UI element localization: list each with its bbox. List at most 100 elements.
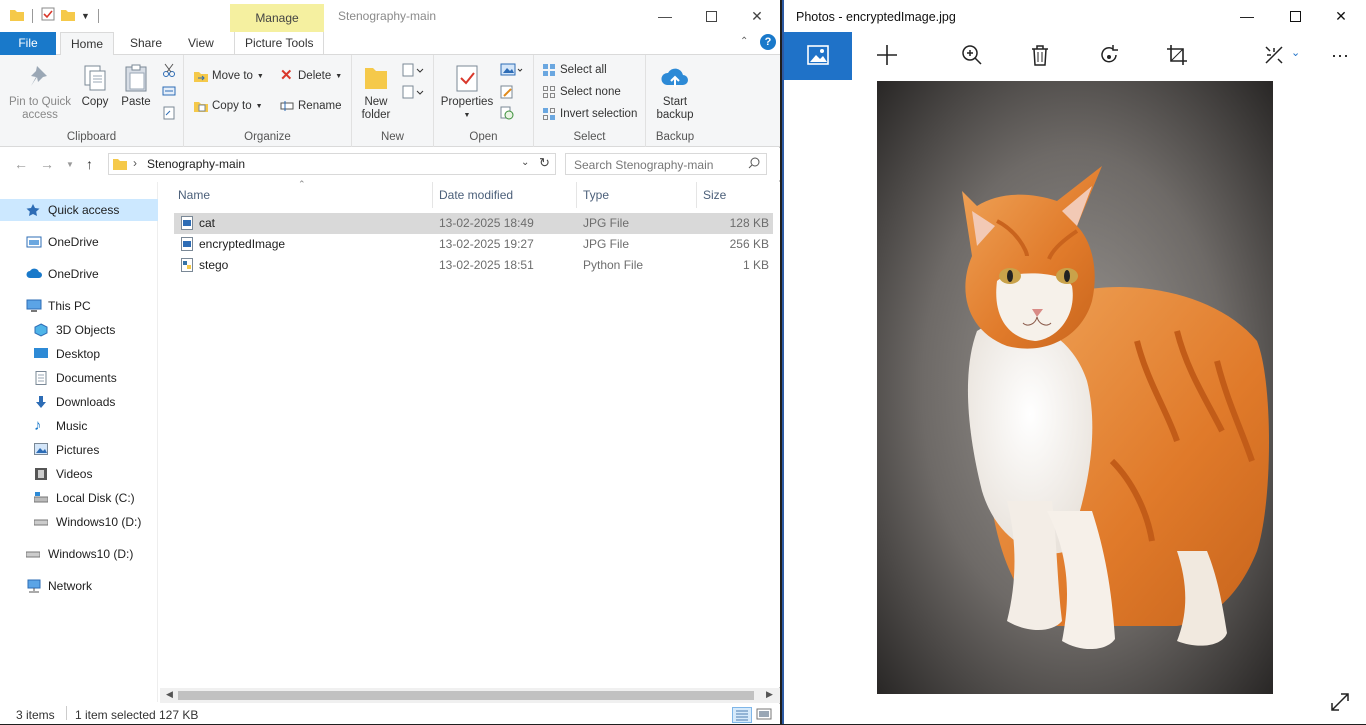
select-group-label: Select [573, 131, 606, 143]
nav-downloads[interactable]: Downloads [0, 391, 158, 413]
file-name: encryptedImage [199, 237, 286, 251]
search-input[interactable]: Search Stenography-main [565, 153, 767, 175]
copy-button[interactable]: Copy [78, 63, 112, 109]
properties-button[interactable]: Properties ▼ [440, 63, 494, 122]
desktop-icon [34, 347, 50, 361]
nav-this-pc[interactable]: This PC [0, 295, 158, 317]
scroll-right-icon[interactable]: ▶ [766, 689, 773, 700]
photo-display[interactable] [877, 81, 1273, 694]
add-button[interactable] [873, 42, 901, 70]
close-button[interactable]: ✕ [1318, 0, 1364, 32]
nav-windows10[interactable]: Windows10 (D:) [0, 543, 158, 565]
nav-quick-access[interactable]: Quick access [0, 199, 158, 221]
tab-manage[interactable]: Manage [230, 4, 324, 32]
nav-music[interactable]: ♪ Music [0, 415, 158, 437]
edit-icon[interactable] [500, 85, 514, 102]
select-none-button[interactable]: Select none [542, 85, 621, 99]
fullscreen-icon[interactable] [1330, 692, 1350, 715]
column-header-type[interactable]: Type [577, 182, 697, 208]
computer-icon [26, 299, 42, 313]
paste-shortcut-icon[interactable] [162, 106, 176, 123]
close-button[interactable]: ✕ [734, 0, 780, 32]
address-bar[interactable]: › Stenography-main ⌄ ↻ [108, 153, 556, 175]
refresh-icon[interactable]: ↻ [539, 155, 550, 171]
nav-videos[interactable]: Videos [0, 463, 158, 485]
rename-button[interactable]: Rename [280, 99, 341, 113]
new-folder-button[interactable]: New folder [358, 63, 394, 122]
tab-share[interactable]: Share [120, 32, 172, 55]
cube-icon [34, 323, 50, 337]
address-dropdown-icon[interactable]: ⌄ [521, 157, 529, 168]
recent-locations-icon[interactable]: ▼ [66, 160, 74, 169]
crop-button[interactable] [1163, 42, 1191, 70]
column-header-name[interactable]: Name [172, 182, 432, 208]
breadcrumb-path[interactable]: Stenography-main [147, 157, 245, 171]
zoom-button[interactable] [958, 42, 986, 70]
copy-path-icon[interactable] [162, 85, 176, 100]
item-count: 3 items [16, 708, 55, 722]
easy-access-icon[interactable] [402, 85, 424, 102]
new-item-icon[interactable] [402, 63, 424, 80]
start-backup-button[interactable]: Start backup [652, 63, 698, 122]
properties-icon[interactable] [41, 7, 55, 24]
file-size: 128 KB [729, 216, 769, 230]
nav-desktop[interactable]: Desktop [0, 343, 158, 365]
chevron-down-icon[interactable]: ⌄ [1291, 46, 1300, 59]
edit-create-button[interactable] [1260, 42, 1288, 70]
new-folder-icon[interactable] [61, 8, 75, 24]
invert-selection-button[interactable]: Invert selection [542, 107, 637, 121]
nav-3d-objects[interactable]: 3D Objects [0, 319, 158, 341]
maximize-button[interactable] [688, 0, 734, 32]
history-icon[interactable] [500, 106, 514, 123]
minimize-button[interactable]: — [642, 0, 688, 32]
nav-pictures[interactable]: Pictures [0, 439, 158, 461]
nav-windows10-sub[interactable]: Windows10 (D:) [0, 511, 158, 533]
help-icon[interactable]: ? [760, 34, 776, 50]
back-arrow-icon[interactable]: ← [14, 156, 28, 172]
forward-arrow-icon[interactable]: → [40, 156, 54, 172]
select-none-icon [542, 85, 556, 99]
move-to-button[interactable]: Move to ▼ [194, 69, 264, 83]
scroll-left-icon[interactable]: ◀ [166, 689, 173, 700]
select-all-button[interactable]: Select all [542, 63, 607, 77]
table-row[interactable]: stego 13-02-2025 18:51 Python File 1 KB [174, 255, 773, 276]
minimize-button[interactable]: — [1224, 0, 1270, 32]
details-view-icon[interactable] [732, 707, 752, 723]
see-all-photos-button[interactable] [784, 32, 852, 80]
maximize-button[interactable] [1272, 0, 1318, 32]
pin-quick-access-button[interactable]: Pin to Quick access [6, 63, 74, 122]
explorer-titlebar: ▼ Manage Stenography-main — ✕ [0, 0, 780, 32]
collapse-ribbon-icon[interactable]: ⌃ [740, 36, 748, 47]
delete-button[interactable] [1026, 42, 1054, 70]
file-size: 256 KB [729, 237, 769, 251]
select-group: Select all Select none Invert selection … [534, 55, 646, 147]
tab-view[interactable]: View [178, 32, 224, 55]
tab-picture-tools[interactable]: Picture Tools [234, 32, 325, 55]
nav-onedrive-1[interactable]: OneDrive [0, 231, 158, 253]
tab-file[interactable]: File [0, 32, 56, 55]
chevron-down-icon[interactable]: ▼ [81, 11, 90, 21]
table-row[interactable]: encryptedImage 13-02-2025 19:27 JPG File… [174, 234, 773, 255]
nav-network[interactable]: Network [0, 575, 158, 597]
nav-documents[interactable]: Documents [0, 367, 158, 389]
cut-icon[interactable] [162, 63, 176, 80]
paste-button[interactable]: Paste [118, 63, 154, 109]
rotate-button[interactable] [1095, 42, 1123, 70]
up-arrow-icon[interactable]: ↑ [86, 156, 93, 172]
open-icon[interactable] [500, 63, 524, 80]
new-group-label: New [380, 131, 404, 143]
table-row[interactable]: cat 13-02-2025 18:49 JPG File 128 KB [174, 213, 773, 234]
delete-button[interactable]: ✕ Delete ▼ [280, 68, 342, 83]
nav-local-disk[interactable]: Local Disk (C:) [0, 487, 158, 509]
column-header-date[interactable]: Date modified [433, 182, 577, 208]
more-options-icon[interactable]: ⋯ [1326, 42, 1354, 70]
column-header-size[interactable]: Size [697, 182, 767, 208]
file-explorer-window: ▼ Manage Stenography-main — ✕ File Home … [0, 0, 780, 724]
tab-home[interactable]: Home [60, 32, 115, 56]
copy-to-button[interactable]: Copy to ▼ [194, 99, 263, 113]
nav-onedrive-2[interactable]: OneDrive [0, 263, 158, 285]
scrollbar-thumb[interactable] [178, 691, 754, 700]
navigation-pane: Quick access OneDrive OneDrive This PC 3… [0, 182, 158, 702]
horizontal-scrollbar[interactable]: ◀ ▶ [160, 688, 780, 703]
large-icons-view-icon[interactable] [756, 707, 772, 724]
